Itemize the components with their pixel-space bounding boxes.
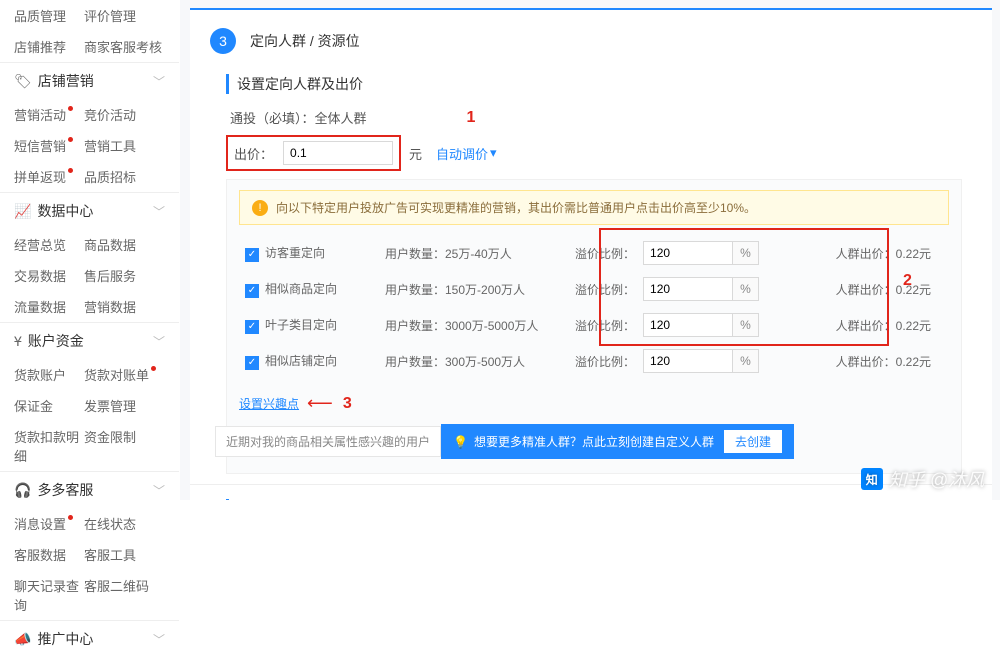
table-row: ✓叶子类目定向用户数量：3000万-5000万人溢价比例：%人群出价：0.22元 [239,307,949,343]
chevron-down-icon: ﹀ [153,73,165,90]
arrow-icon: ⟵ [307,393,333,414]
chevron-down-icon: ﹀ [153,203,165,220]
bid-highlight-box: 出价： [226,135,401,171]
group-icon: 📈 [14,203,31,220]
bulb-icon: 💡 [453,435,468,449]
targeting-block: ! 向以下特定用户投放广告可实现更精准的营销，其出价需比普通用户点击出价高至少1… [226,179,962,474]
sidebar-item[interactable]: 交易数据售后服务 [0,260,179,291]
create-audience-button[interactable]: 去创建 [724,430,782,453]
annotation-1: 1 [467,109,476,127]
checkbox[interactable]: ✓ [245,356,259,370]
watermark: 知 知乎 @沐风 [861,466,984,492]
sidebar-item[interactable]: 消息设置在线状态 [0,508,179,539]
bid-input[interactable] [283,141,393,165]
scope-label: 通投（必填）：全体人群 [230,108,367,127]
bid-unit: 元 [409,144,422,163]
checkbox[interactable]: ✓ [245,248,259,262]
table-row: ✓相似店铺定向用户数量：300万-500万人溢价比例：%人群出价：0.22元 [239,343,949,379]
premium-ratio-input[interactable] [643,313,733,337]
zhihu-icon: 知 [861,468,883,490]
sidebar-item[interactable]: 货款扣款明细资金限制 [0,421,179,471]
group-icon: 📣 [14,631,31,648]
premium-ratio-input[interactable] [643,349,733,373]
table-row: ✓相似商品定向用户数量：150万-200万人溢价比例：%人群出价：0.22元 [239,271,949,307]
step-header: 3 定向人群 / 资源位 [190,14,992,64]
sidebar-item[interactable]: 拼单返现品质招标 [0,161,179,192]
notice-bar: ! 向以下特定用户投放广告可实现更精准的营销，其出价需比普通用户点击出价高至少1… [239,190,949,225]
targeting-table: ✓访客重定向用户数量：25万-40万人溢价比例：%人群出价：0.22元✓相似商品… [239,235,949,379]
chevron-down-icon: ﹀ [153,631,165,648]
set-interest-link[interactable]: 设置兴趣点 [239,395,299,412]
checkbox[interactable]: ✓ [245,284,259,298]
checkbox[interactable]: ✓ [245,320,259,334]
bid-section-title: 设置定向人群及出价 [226,74,962,94]
sidebar-item[interactable]: 流量数据营销数据 [0,291,179,322]
table-row: ✓访客重定向用户数量：25万-40万人溢价比例：%人群出价：0.22元 [239,235,949,271]
step-title: 定向人群 / 资源位 [250,31,360,51]
sidebar-group-header[interactable]: 📣推广中心﹀ [0,620,179,657]
bid-label: 出价： [234,144,273,163]
group-icon: Ұ [14,333,22,349]
annotation-3: 3 [343,395,352,413]
main-panel: 3 定向人群 / 资源位 设置定向人群及出价 通投（必填）：全体人群 1 出价：… [180,0,1000,500]
chevron-down-icon: ﹀ [153,333,165,350]
sidebar-item[interactable]: 短信营销营销工具 [0,130,179,161]
sidebar-item[interactable]: 品质管理评价管理 [0,0,179,31]
target-name: 访客重定向 [265,246,325,260]
sidebar-item[interactable]: 货款账户货款对账单 [0,359,179,390]
step-number-badge: 3 [210,28,236,54]
sidebar-group-header[interactable]: Ұ账户资金﹀ [0,322,179,359]
sidebar-item[interactable]: 营销活动竞价活动 [0,99,179,130]
info-icon: ! [252,200,268,216]
sidebar-item[interactable]: 保证金发票管理 [0,390,179,421]
sidebar-item[interactable]: 客服数据客服工具 [0,539,179,570]
sidebar-group-header[interactable]: 📈数据中心﹀ [0,192,179,229]
group-icon: 🎧 [14,482,31,499]
auto-adjust-link[interactable]: 自动调价 [436,144,488,163]
custom-audience-prompt: 💡 想要更多精准人群？点此立刻创建自定义人群 去创建 [441,424,794,459]
sidebar-group-header[interactable]: 🏷店铺营销﹀ [0,62,179,99]
sidebar-group-header[interactable]: 🎧多多客服﹀ [0,471,179,508]
group-icon: 🏷 [14,73,32,90]
sidebar-item[interactable]: 经营总览商品数据 [0,229,179,260]
premium-ratio-input[interactable] [643,277,733,301]
sidebar-item[interactable]: 店铺推荐商家客服考核 [0,31,179,62]
sidebar-item[interactable]: 聊天记录查询客服二维码 [0,570,179,620]
target-name: 相似商品定向 [265,282,337,296]
premium-ratio-input[interactable] [643,241,733,265]
chevron-down-icon: ﹀ [153,482,165,499]
target-name: 相似店铺定向 [265,354,337,368]
interest-tip: 近期对我的商品相关属性感兴趣的用户 [215,426,441,457]
sidebar: 品质管理评价管理店铺推荐商家客服考核 🏷店铺营销﹀营销活动竞价活动短信营销营销工… [0,0,180,500]
chevron-down-icon[interactable]: ▾ [490,145,497,161]
target-name: 叶子类目定向 [265,318,337,332]
annotation-2: 2 [903,272,912,290]
